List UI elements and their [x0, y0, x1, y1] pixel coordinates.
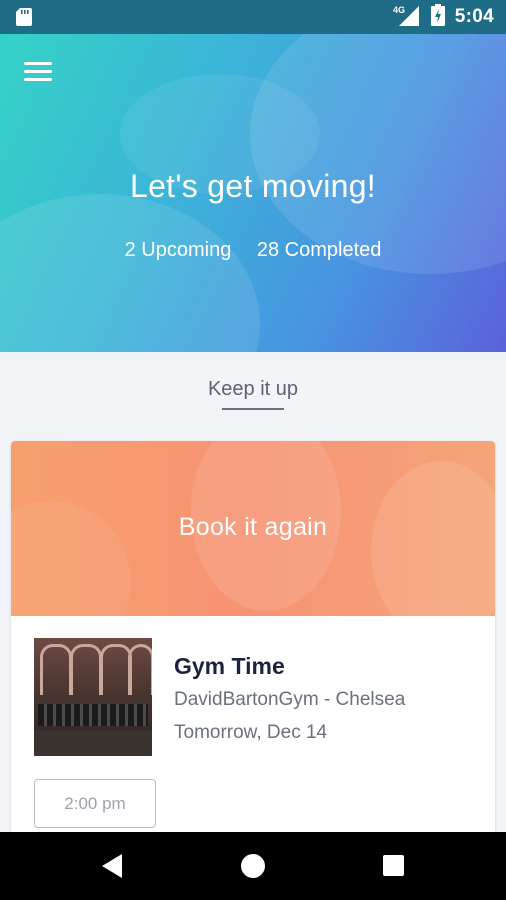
- recents-icon[interactable]: [383, 855, 404, 876]
- status-bar: 4G 5:04: [0, 0, 506, 34]
- book-again-card[interactable]: Book it again Gym Time DavidBartonGym - …: [11, 441, 495, 841]
- back-icon[interactable]: [102, 854, 122, 878]
- menu-icon: [24, 62, 52, 65]
- sd-card-icon: [16, 8, 32, 26]
- upcoming-count[interactable]: 2 Upcoming: [125, 239, 232, 261]
- battery-icon: [430, 3, 445, 31]
- system-nav-bar: [0, 832, 506, 900]
- hero-stats: 2 Upcoming 28 Completed: [0, 239, 506, 262]
- section-title: Keep it up: [207, 378, 299, 400]
- network-type-label: 4G: [393, 5, 405, 15]
- card-banner: Book it again: [11, 441, 495, 616]
- banner-title: Book it again: [178, 513, 328, 541]
- class-name[interactable]: Gym Time: [174, 653, 285, 680]
- class-location: DavidBartonGym - Chelsea: [174, 689, 406, 710]
- signal-icon: 4G: [393, 4, 421, 31]
- time-slot-button[interactable]: 2:00 pm: [34, 779, 156, 828]
- menu-button[interactable]: [24, 62, 54, 84]
- hero-banner: Let's get moving! 2 Upcoming 28 Complete…: [0, 34, 506, 352]
- home-icon[interactable]: [241, 854, 265, 878]
- hero-title: Let's get moving!: [129, 168, 376, 204]
- class-date: Tomorrow, Dec 14: [174, 722, 328, 743]
- section-underline: [222, 408, 284, 410]
- status-time: 5:04: [454, 6, 494, 27]
- completed-count[interactable]: 28 Completed: [257, 239, 382, 261]
- class-thumbnail[interactable]: [34, 638, 152, 756]
